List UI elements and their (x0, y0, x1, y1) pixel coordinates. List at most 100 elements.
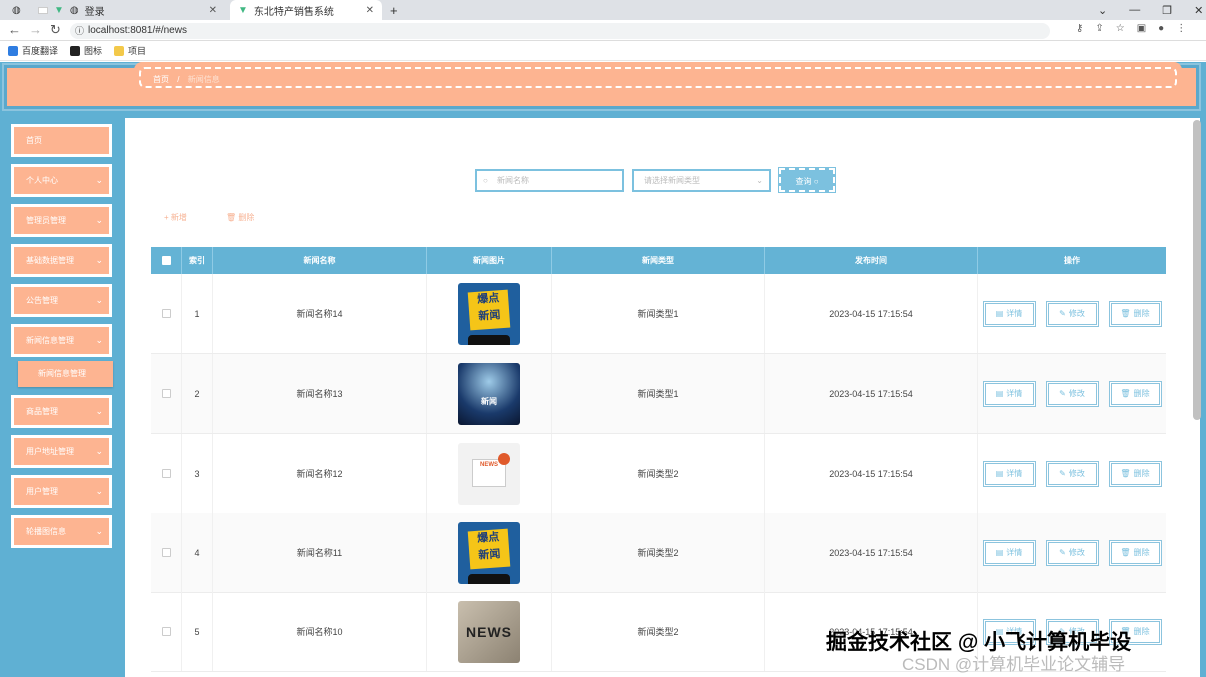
news-name-search-input[interactable]: ○ 新闻名称 (475, 169, 624, 192)
chevron-down-icon: ⌄ (95, 175, 103, 185)
chevron-down-icon: ⌄ (95, 446, 103, 456)
share-icon[interactable]: ⇪ (1095, 23, 1103, 34)
sidebar-item-7[interactable]: 用户地址管理 ⌄ (11, 435, 112, 468)
row-select[interactable] (151, 592, 182, 671)
sidebar-item-6[interactable]: 商品管理 ⌄ (11, 395, 112, 428)
back-icon[interactable]: ← (8, 22, 21, 37)
bookmark-fanyi[interactable]: 百度翻译 (8, 44, 58, 57)
query-label: 查询 (795, 177, 812, 186)
chevron-down-icon: ⌄ (95, 406, 103, 416)
forward-icon[interactable]: → (29, 22, 42, 37)
sidebar-item-label: 新闻信息管理 (26, 336, 74, 345)
bookmark-project[interactable]: 项目 (114, 44, 146, 57)
row-name: 新闻名称12 (213, 434, 427, 513)
select-all-checkbox[interactable] (151, 247, 182, 274)
chevron-down-icon: ⌄ (95, 526, 103, 536)
browser-tab-active[interactable]: ▼ 东北特产销售系统 ✕ (230, 0, 382, 20)
news-thumbnail: 爆点 新闻 (458, 282, 520, 345)
restore-icon[interactable]: ❐ (1162, 4, 1172, 17)
url-field[interactable]: ⓘ localhost:8081/#/news (70, 23, 1050, 39)
add-button[interactable]: + 新增 (164, 212, 187, 223)
sidebar-item-1[interactable]: 个人中心 ⌄ (11, 164, 112, 197)
checkbox[interactable] (161, 627, 171, 636)
sidebar-item-4[interactable]: 公告管理 ⌄ (11, 284, 112, 317)
news-thumbnail: NEWS (458, 442, 520, 505)
star-icon[interactable]: ☆ (1116, 23, 1125, 34)
sidebar-item-9[interactable]: 轮播图信息 ⌄ (11, 515, 112, 548)
table-row: 2 新闻名称13 新闻 新闻类型1 2023-04-15 17:15:54 ▤ 详情 ✎ 修改 🗑… (151, 354, 1166, 434)
delete-button[interactable]: 🗑 删除 (1108, 460, 1162, 487)
new-tab-button[interactable]: + (382, 0, 406, 20)
profile-icon[interactable]: ● (1158, 23, 1164, 34)
query-button[interactable]: 查询 ○ (778, 167, 836, 193)
detail-button[interactable]: ▤ 详情 (982, 300, 1036, 327)
detail-button[interactable]: ▤ 详情 (982, 380, 1036, 407)
tab-globe[interactable]: ◍ (4, 0, 26, 20)
chevron-down-icon: ⌄ (95, 295, 103, 305)
edit-button[interactable]: ✎ 修改 (1045, 460, 1099, 487)
sidebar-item-0[interactable]: 首页 (11, 124, 112, 157)
sidebar-item-8[interactable]: 用户管理 ⌄ (11, 475, 112, 508)
sidebar-item-label: 用户地址管理 (26, 447, 74, 456)
close-icon[interactable]: ✕ (209, 5, 217, 16)
checkbox[interactable] (161, 256, 171, 265)
browser-tab-1[interactable]: ▼ ◍ 登录 ✕ (30, 0, 225, 20)
chevron-down-icon[interactable]: ⌄ (1098, 4, 1107, 17)
scrollbar[interactable] (1193, 120, 1201, 420)
checkbox[interactable] (161, 309, 171, 318)
news-thumbnail: 新闻 (458, 362, 520, 425)
breadcrumb-home[interactable]: 首页 (153, 75, 169, 84)
sidebar-subitem-news[interactable]: 新闻信息管理 (18, 361, 113, 387)
row-select[interactable] (151, 354, 182, 433)
row-select[interactable] (151, 434, 182, 513)
bookmark-label: 项目 (128, 46, 147, 56)
row-image: 爆点 新闻 (427, 513, 552, 592)
checkbox[interactable] (161, 548, 171, 557)
delete-button[interactable]: 🗑 删除 (1108, 300, 1162, 327)
sidebar-item-label: 个人中心 (26, 176, 58, 185)
checkbox[interactable] (161, 389, 171, 398)
trash-icon: 🗑 (1120, 548, 1131, 557)
bookmark-icons[interactable]: 图标 (70, 44, 102, 57)
sidebar-item-label: 公告管理 (26, 296, 58, 305)
row-select[interactable] (151, 513, 182, 592)
sidebar-item-5[interactable]: 新闻信息管理 ⌄ (11, 324, 112, 357)
breadcrumb: 首页 / 新闻信息 (134, 62, 1182, 93)
close-window-icon[interactable]: ✕ (1194, 4, 1203, 17)
table-row: 1 新闻名称14 爆点 新闻 新闻类型1 2023-04-15 17:15:54 ▤ 详情 ✎ 修… (151, 274, 1166, 354)
row-type: 新闻类型1 (552, 274, 765, 353)
row-select[interactable] (151, 274, 182, 353)
tab-label: 东北特产销售系统 (253, 6, 334, 18)
news-type-select[interactable]: 请选择新闻类型 ⌄ (632, 169, 771, 192)
chevron-down-icon: ⌄ (95, 335, 103, 345)
delete-button[interactable]: 🗑 删除 (1108, 380, 1162, 407)
menu-kebab-icon[interactable]: ⋮ (1176, 23, 1186, 34)
reload-icon[interactable]: ↻ (50, 22, 61, 38)
checkbox[interactable] (161, 469, 171, 478)
trash-icon: 🗑 (1120, 309, 1131, 318)
edit-button[interactable]: ✎ 修改 (1045, 539, 1099, 566)
delete-button[interactable]: 🗑 删除 (1108, 539, 1162, 566)
key-icon[interactable]: ⚷ (1076, 23, 1083, 34)
minimize-icon[interactable]: — (1129, 4, 1140, 16)
add-label: 新增 (170, 213, 187, 222)
bookmark-label: 图标 (84, 46, 103, 56)
pencil-icon: ✎ (1059, 548, 1066, 557)
thumb-text: 新闻 (478, 308, 501, 323)
row-time: 2023-04-15 17:15:54 (765, 274, 978, 353)
edit-button[interactable]: ✎ 修改 (1045, 380, 1099, 407)
address-bar-row: ← → ↻ ⓘ localhost:8081/#/news ⚷ ⇪ ☆ ▣ ● … (0, 20, 1206, 41)
sidebar-item-label: 首页 (26, 136, 42, 145)
close-icon[interactable]: ✕ (366, 5, 374, 16)
batch-delete-button[interactable]: 🗑 删除 (226, 212, 254, 223)
op-label: 删除 (1133, 548, 1150, 557)
op-label: 删除 (1133, 469, 1150, 478)
sidebar-item-3[interactable]: 基础数据管理 ⌄ (11, 244, 112, 277)
sidebar-item-2[interactable]: 管理员管理 ⌄ (11, 204, 112, 237)
sidepanel-icon[interactable]: ▣ (1137, 23, 1146, 34)
detail-button[interactable]: ▤ 详情 (982, 460, 1036, 487)
detail-button[interactable]: ▤ 详情 (982, 539, 1036, 566)
edit-button[interactable]: ✎ 修改 (1045, 300, 1099, 327)
watermark-csdn: CSDN @计算机毕业论文辅导 (902, 655, 1126, 674)
op-label: 修改 (1068, 389, 1085, 398)
